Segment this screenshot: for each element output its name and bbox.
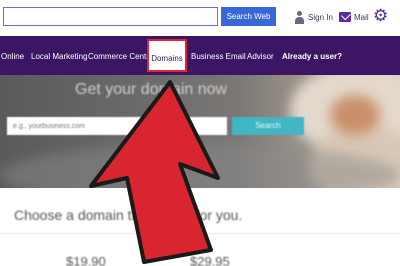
web-search-input[interactable] xyxy=(3,7,218,26)
hero-title: Get your domain now xyxy=(75,81,228,98)
nav-item-advisor[interactable]: Advisor xyxy=(247,52,274,62)
user-icon xyxy=(294,10,305,24)
sign-in-link[interactable]: Sign In xyxy=(294,10,333,24)
nav-item-commerce-central[interactable]: Commerce Centra xyxy=(88,52,153,62)
top-bar: Search Web Sign In Mail ⚙ xyxy=(0,0,400,36)
section-divider xyxy=(0,233,400,234)
search-web-button[interactable]: Search Web xyxy=(221,7,276,26)
price-option: $19.90 xyxy=(66,254,106,266)
sign-in-label: Sign In xyxy=(308,12,333,22)
nav-item-domains-label: Domains xyxy=(151,54,183,63)
nav-item-online[interactable]: Online xyxy=(1,52,24,62)
domain-options-section: Choose a domain that's right for you. $1… xyxy=(0,188,400,266)
price-option: $29.95 xyxy=(190,254,230,266)
nav-item-domains-highlighted[interactable]: Domains xyxy=(147,39,187,72)
mail-label: Mail xyxy=(354,12,369,22)
main-nav: Online Local Marketing Commerce Centra B… xyxy=(0,36,400,75)
envelope-icon xyxy=(339,12,351,22)
domain-search-input[interactable] xyxy=(7,117,227,135)
nav-item-local-marketing[interactable]: Local Marketing xyxy=(31,52,87,62)
mail-link[interactable]: Mail xyxy=(339,10,369,24)
section-heading: Choose a domain that's right for you. xyxy=(14,207,243,223)
nav-item-business-email[interactable]: Business Email xyxy=(191,52,246,62)
gear-icon[interactable]: ⚙ xyxy=(373,7,388,25)
domain-search-button[interactable]: Search xyxy=(232,117,304,135)
hero-banner: Get your domain now Search xyxy=(0,75,400,188)
already-a-user-link[interactable]: Already a user? xyxy=(282,52,342,62)
